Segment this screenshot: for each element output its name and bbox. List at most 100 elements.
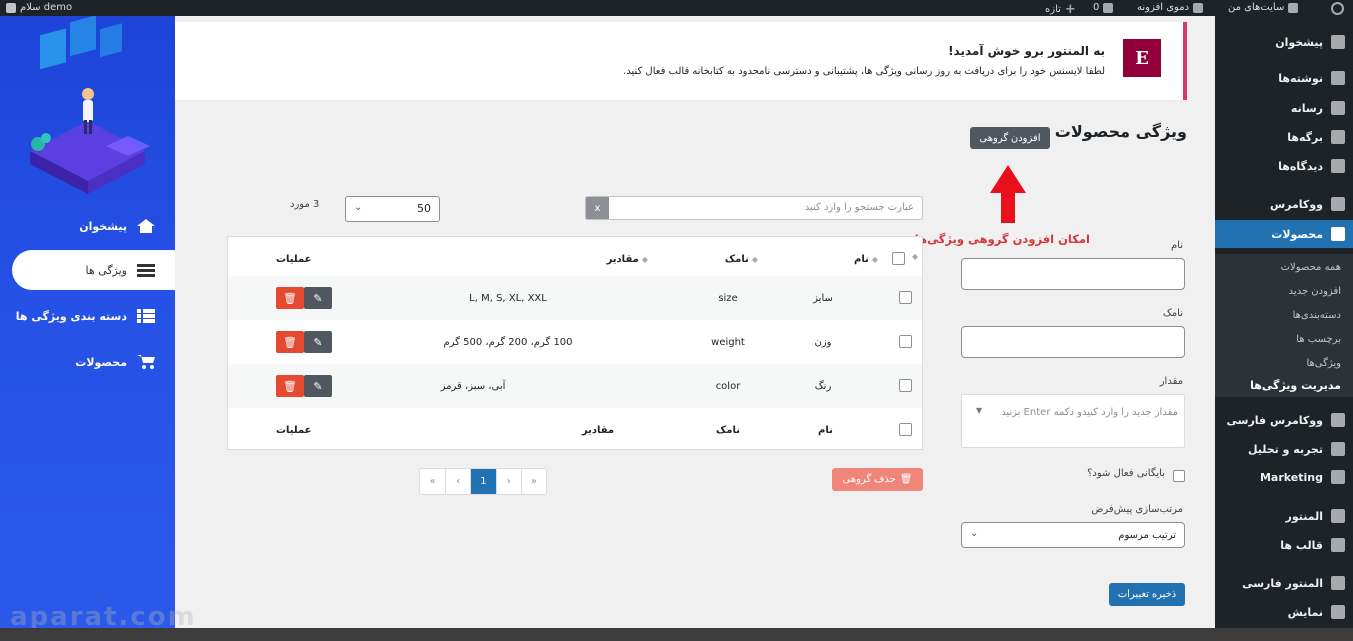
sidebar-sub-label: مدیریت ویژگی‌ها [1250,378,1341,392]
sort-select[interactable]: ترتیب مرسوم ⌄ [961,522,1185,548]
column-header-values[interactable]: ◆ مقادیر [568,237,648,281]
list-icon [137,264,155,277]
sidebar-item-appearance[interactable]: نمایش [1215,598,1353,626]
edit-button[interactable]: ✎ [304,287,332,309]
values-tag-input[interactable]: مقدار جدید را وارد کنیدو دکمه Enter بزنی… [961,394,1185,448]
sidebar-item-products[interactable]: محصولات [1215,220,1353,248]
name-field[interactable] [961,258,1185,290]
edit-button[interactable]: ✎ [304,331,332,353]
column-header-name[interactable]: ◆ نام [818,237,878,281]
bar-chart-icon [1331,442,1345,456]
plugin-nav-attribute-categories[interactable]: دسته بندی ویژگی ها [0,296,175,336]
cart-icon [137,355,155,369]
sidebar-item-label: نوشته‌ها [1278,71,1323,85]
sidebar-item-label: رسانه [1290,101,1323,115]
column-header-slug[interactable]: ◆ نامک [698,237,758,281]
search-box[interactable]: عبارت جستجو را وارد کنید x [585,196,923,220]
column-header-label: نامک [724,253,749,265]
first-page-button[interactable]: « [420,469,445,494]
sidebar-sub-label: دسته‌بندی‌ها [1292,309,1341,321]
site-name: دموی افزونه [1137,2,1190,13]
sidebar-item-analytics[interactable]: تجربه و تحلیل [1215,435,1353,463]
edit-button[interactable]: ✎ [304,375,332,397]
sidebar-item-label: المنتور فارسی [1242,576,1323,590]
wordpress-logo-icon[interactable] [1331,2,1344,15]
brush-icon [1331,605,1345,619]
site-name-menu[interactable]: دموی افزونه [1137,2,1204,13]
plugin-nav-dashboard-label: پیشخوان [79,219,127,233]
clear-search-button[interactable]: x [586,197,609,219]
pin-icon [1331,71,1345,85]
bulk-delete-button[interactable]: حذف گروهی 🗑 [832,468,923,491]
column-header-label: نام [854,253,869,265]
plugin-nav-products[interactable]: محصولات [0,342,175,382]
grid-list-icon [137,309,155,323]
row-checkbox[interactable] [899,379,912,392]
notice-title: به المنتور برو خوش آمدید! [948,44,1105,58]
pagination: « ‹ 1 › » [419,468,547,495]
sidebar-item-media[interactable]: رسانه [1215,94,1353,122]
select-all-checkbox[interactable] [892,252,905,265]
prev-page-button[interactable]: ‹ [445,469,470,494]
sidebar-item-woocommerce[interactable]: ووکامرس [1215,190,1353,218]
greeting-text: سلام demo [20,2,73,13]
value-label: مقدار [1159,376,1183,387]
bottom-bar [0,628,1353,641]
plugin-nav-attributes[interactable]: ویژگی ها [12,250,175,290]
sidebar-item-label: برگه‌ها [1287,130,1323,144]
sidebar-item-woocommerce-persian[interactable]: ووکامرس فارسی [1215,406,1353,434]
next-page-button[interactable]: › [495,469,521,494]
sidebar-item-comments[interactable]: دیدگاه‌ها [1215,152,1353,180]
column-header-operations: عملیات [276,237,336,281]
account-menu[interactable]: سلام demo [6,2,72,13]
notice-text: لطفا لایسنس خود را برای دریافت به روز رس… [623,66,1105,77]
sidebar-item-pages[interactable]: برگه‌ها [1215,123,1353,151]
sidebar-sub-add-new[interactable]: افزودن جدید [1215,279,1353,303]
my-sites-menu[interactable]: سایت‌های من [1228,2,1299,13]
sidebar-item-label: ووکامرس [1269,197,1323,211]
sidebar-item-label: Marketing [1259,470,1323,484]
elementor-icon [1331,576,1345,590]
delete-button[interactable]: 🗑 [276,375,304,397]
sidebar-item-elementor[interactable]: المنتور [1215,502,1353,530]
sidebar-item-elementor-persian[interactable]: المنتور فارسی [1215,569,1353,597]
sidebar-item-templates[interactable]: قالب ها [1215,531,1353,559]
last-page-button[interactable]: » [520,469,546,494]
sidebar-item-label: نمایش [1287,605,1323,619]
edit-icon: ✎ [313,291,323,305]
add-group-button[interactable]: افزودن گروهی [970,127,1050,149]
sidebar-item-marketing[interactable]: Marketing [1215,463,1353,491]
sidebar-sub-tags[interactable]: برچسب ها [1215,327,1353,351]
row-name: سایز [813,292,833,304]
row-checkbox[interactable] [899,335,912,348]
elementor-logo: E [1123,39,1161,77]
slug-field[interactable] [961,326,1185,358]
comments-menu[interactable]: 0 [1093,2,1114,13]
sidebar-item-label: المنتور [1285,509,1324,523]
sidebar-sub-all-products[interactable]: همه محصولات [1215,255,1353,279]
row-values: 100 گرم، 200 گرم، 500 گرم [443,336,573,348]
delete-button[interactable]: 🗑 [276,287,304,309]
current-page-button[interactable]: 1 [470,469,496,494]
per-page-select[interactable]: 50 ⌄ [345,196,440,222]
sidebar-item-label: دیدگاه‌ها [1278,159,1323,173]
plugin-nav-dashboard[interactable]: پیشخوان [0,206,175,246]
row-checkbox[interactable] [899,291,912,304]
comments-count: 0 [1093,2,1100,13]
admin-bar: سلام demo تازه + 0 دموی افزونه سایت‌های … [0,0,1353,17]
sidebar-item-label: تجربه و تحلیل [1247,442,1323,456]
table-footer: نام نامک مقادیر عملیات [228,408,922,452]
sidebar-item-posts[interactable]: نوشته‌ها [1215,64,1353,92]
row-name: رنگ [814,380,832,392]
select-all-checkbox-footer[interactable] [899,423,912,436]
sidebar-item-dashboard[interactable]: پیشخوان [1215,28,1353,56]
sidebar-sub-manage-attributes[interactable]: مدیریت ویژگی‌ها [1215,373,1353,397]
new-content-menu[interactable]: تازه + [1045,2,1076,17]
sidebar-sub-attributes[interactable]: ویژگی‌ها [1215,351,1353,375]
table-header: ◆ ◆ نام ◆ نامک ◆ مقادیر عملیات [228,237,922,281]
sidebar-sub-categories[interactable]: دسته‌بندی‌ها [1215,303,1353,327]
delete-button[interactable]: 🗑 [276,331,304,353]
save-changes-button[interactable]: ذخیره تغییرات [1109,583,1185,606]
archive-checkbox[interactable] [1173,470,1185,482]
caret-down-icon: ▼ [976,406,983,415]
